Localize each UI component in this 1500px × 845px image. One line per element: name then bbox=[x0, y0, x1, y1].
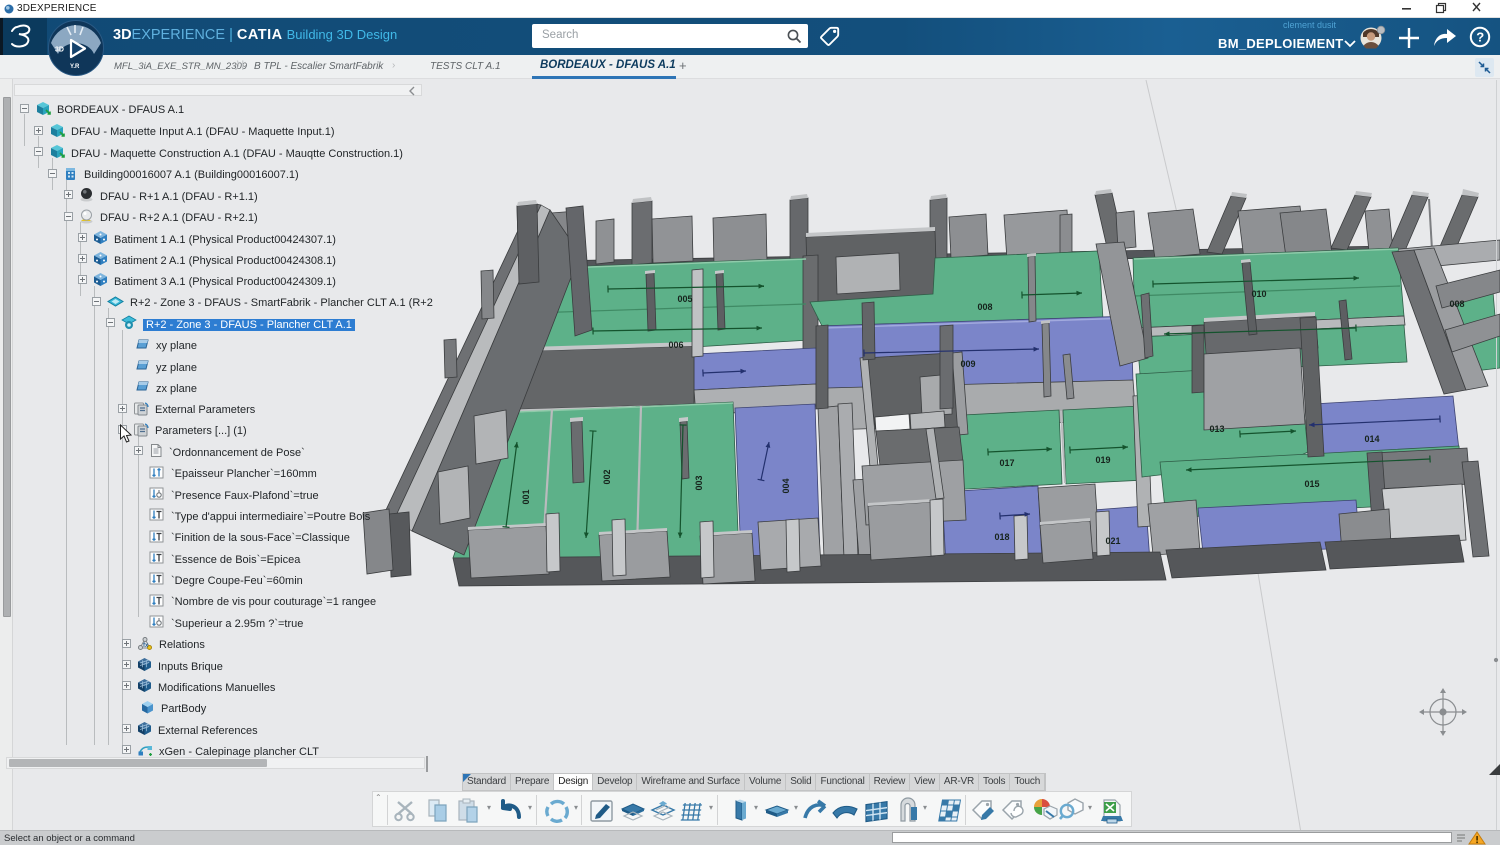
svg-text:fx: fx bbox=[143, 643, 149, 649]
svg-text:´: ´ bbox=[97, 47, 99, 54]
svg-text:Y.R: Y.R bbox=[70, 64, 80, 70]
svg-text:3D: 3D bbox=[55, 47, 64, 54]
